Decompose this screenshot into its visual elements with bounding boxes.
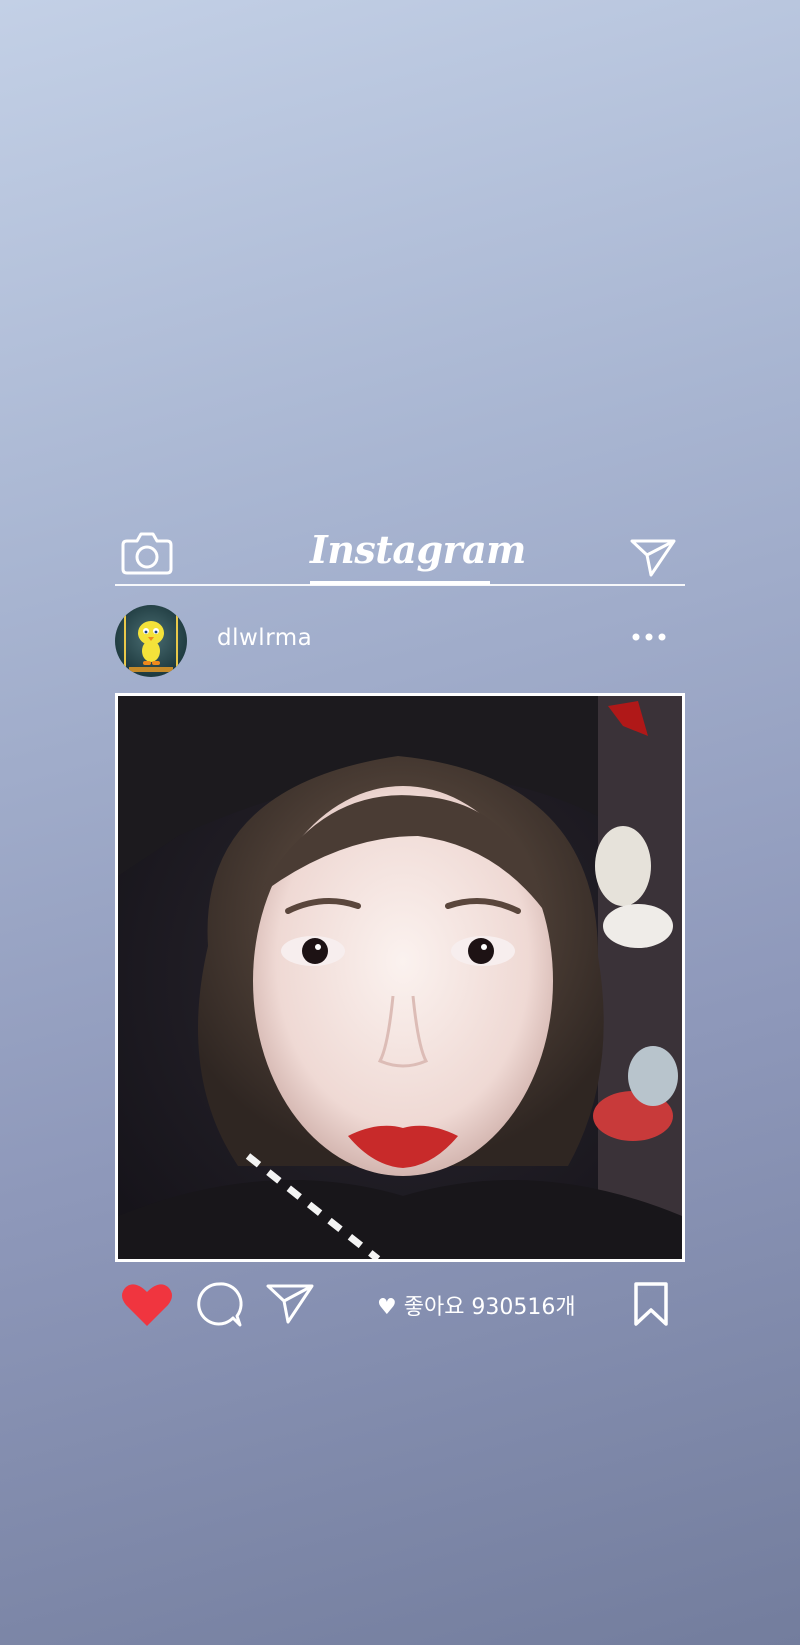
header-divider [115, 584, 685, 586]
post-photo-frame[interactable] [115, 693, 685, 1262]
avatar-image [124, 605, 178, 677]
more-dots-icon[interactable] [631, 627, 667, 647]
heart-icon[interactable] [120, 1281, 174, 1329]
post-actions: ♥ 좋아요 930516개 [115, 1278, 685, 1328]
post-photo [118, 696, 682, 1259]
camera-icon[interactable] [121, 529, 173, 575]
top-bar: Instagram [115, 525, 685, 585]
app-logo: Instagram [310, 527, 526, 572]
bookmark-icon[interactable] [633, 1281, 669, 1327]
comment-icon[interactable] [195, 1280, 243, 1328]
avatar[interactable] [115, 605, 187, 677]
paper-plane-icon[interactable] [265, 1282, 315, 1326]
username[interactable]: dlwlrma [217, 625, 312, 651]
paper-plane-icon[interactable] [629, 537, 677, 579]
post-header: dlwlrma [115, 605, 685, 677]
likes-count: ♥ 좋아요 930516개 [377, 1295, 576, 1320]
